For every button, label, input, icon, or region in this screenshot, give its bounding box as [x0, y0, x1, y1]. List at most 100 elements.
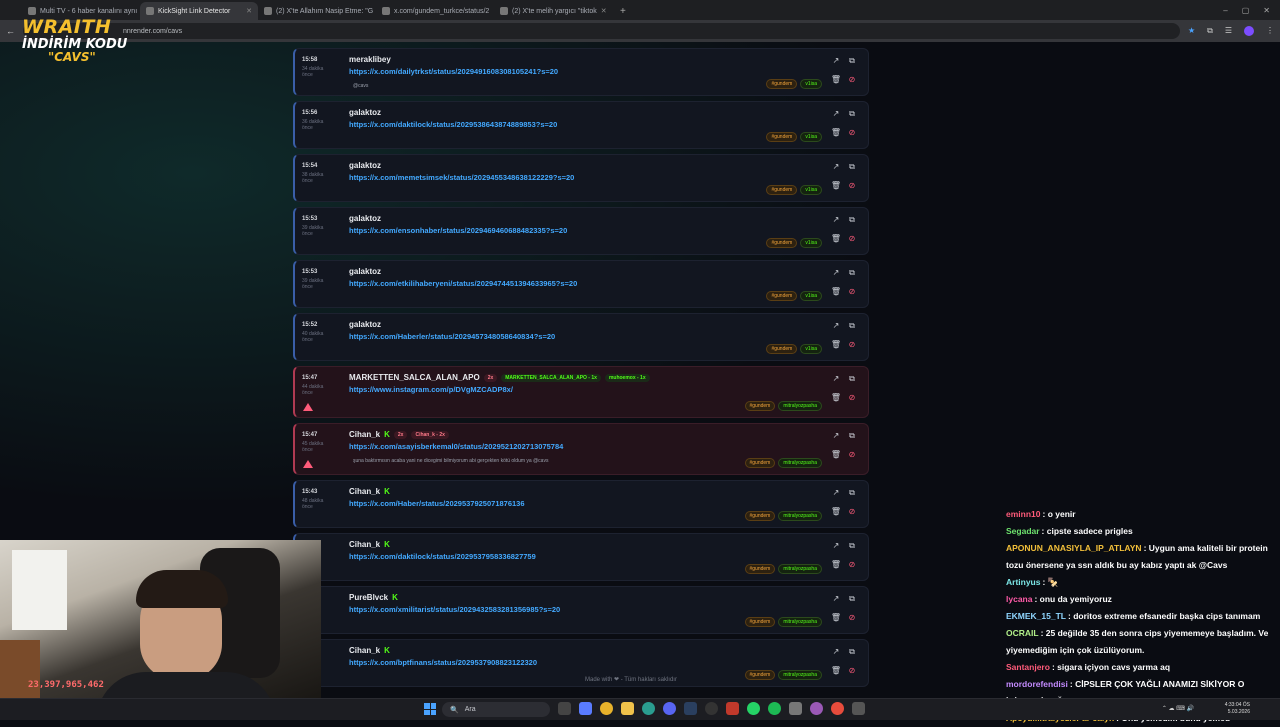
browser-tab[interactable]: (2) X'te Allahım Nasip Etme: "G✕: [258, 2, 376, 20]
open-link-icon[interactable]: ↗: [828, 647, 844, 657]
delete-icon[interactable]: 🗑: [828, 287, 844, 296]
link-url[interactable]: https://x.com/Haberler/status/2029457348…: [349, 332, 555, 341]
link-username[interactable]: galaktoz: [349, 108, 381, 117]
copy-icon[interactable]: ⧉: [844, 647, 860, 657]
open-link-icon[interactable]: ↗: [828, 374, 844, 384]
menu-kebab-icon[interactable]: ⋮: [1266, 26, 1274, 36]
delete-icon[interactable]: 🗑: [828, 340, 844, 349]
clock[interactable]: 4:33:04 ÖS 5.03.2026: [1225, 702, 1250, 716]
link-url[interactable]: https://x.com/memetsimsek/status/2029455…: [349, 173, 574, 182]
link-url[interactable]: https://x.com/xmilitarist/status/2029432…: [349, 605, 560, 614]
link-username[interactable]: galaktoz: [349, 214, 381, 223]
block-icon[interactable]: ⊘: [844, 181, 860, 190]
open-link-icon[interactable]: ↗: [828, 431, 844, 441]
chat-username[interactable]: Artinyus: [1006, 577, 1040, 587]
copy-icon[interactable]: ⧉: [844, 541, 860, 551]
block-icon[interactable]: ⊘: [844, 340, 860, 349]
maximize-button[interactable]: ▢: [1242, 6, 1250, 15]
open-link-icon[interactable]: ↗: [828, 488, 844, 498]
link-username[interactable]: Cihan_k: [349, 646, 380, 655]
link-url[interactable]: https://x.com/daktilock/status/202953795…: [349, 552, 536, 561]
minimize-button[interactable]: –: [1223, 6, 1227, 15]
link-username[interactable]: PureBlvck: [349, 593, 388, 602]
delete-icon[interactable]: 🗑: [828, 613, 844, 622]
back-arrow-icon[interactable]: ←: [6, 26, 15, 36]
delete-icon[interactable]: 🗑: [828, 234, 844, 243]
chat-username[interactable]: OCRAIL: [1006, 628, 1039, 638]
link-url[interactable]: https://x.com/daktilock/status/202953864…: [349, 120, 557, 129]
delete-icon[interactable]: 🗑: [828, 666, 844, 675]
app-icon[interactable]: [852, 702, 865, 715]
app-icon[interactable]: [789, 702, 802, 715]
copy-icon[interactable]: ⧉: [844, 56, 860, 66]
bookmark-star-icon[interactable]: ★: [1188, 26, 1195, 36]
block-icon[interactable]: ⊘: [844, 560, 860, 569]
url-field[interactable]: nnrender.com/cavs: [23, 23, 1180, 39]
chat-username[interactable]: lycana: [1006, 594, 1032, 604]
copy-icon[interactable]: ⧉: [844, 374, 860, 384]
chat-username[interactable]: EKMEK_15_TL: [1006, 611, 1066, 621]
close-tab-icon[interactable]: ✕: [601, 7, 607, 15]
delete-icon[interactable]: 🗑: [828, 393, 844, 402]
whatsapp-icon[interactable]: [747, 702, 760, 715]
copy-icon[interactable]: ⧉: [844, 431, 860, 441]
link-username[interactable]: galaktoz: [349, 320, 381, 329]
copy-icon[interactable]: ⧉: [844, 215, 860, 225]
link-username[interactable]: Cihan_k: [349, 540, 380, 549]
discord-icon[interactable]: [663, 702, 676, 715]
copilot-icon[interactable]: [579, 702, 592, 715]
link-url[interactable]: https://x.com/Haber/status/2029537925071…: [349, 499, 525, 508]
link-username[interactable]: galaktoz: [349, 267, 381, 276]
delete-icon[interactable]: 🗑: [828, 75, 844, 84]
delete-icon[interactable]: 🗑: [828, 507, 844, 516]
start-button[interactable]: [424, 703, 436, 715]
chat-username[interactable]: APONUN_ANASIYLA_IP_ATLAYN: [1006, 543, 1142, 553]
browser-tab[interactable]: KickSight Link Detector ✕: [140, 2, 258, 20]
block-icon[interactable]: ⊘: [844, 75, 860, 84]
app-icon[interactable]: [831, 702, 844, 715]
copy-icon[interactable]: ⧉: [844, 162, 860, 172]
delete-icon[interactable]: 🗑: [828, 128, 844, 137]
link-username[interactable]: MARKETTEN_SALCA_ALAN_APO: [349, 373, 480, 382]
chat-username[interactable]: mordorefendisi: [1006, 679, 1068, 689]
block-icon[interactable]: ⊘: [844, 450, 860, 459]
open-link-icon[interactable]: ↗: [828, 594, 844, 604]
new-tab-button[interactable]: +: [612, 2, 634, 20]
link-url[interactable]: https://x.com/bptfinans/status/202953790…: [349, 658, 537, 667]
file-explorer-icon[interactable]: [621, 702, 634, 715]
open-link-icon[interactable]: ↗: [828, 215, 844, 225]
steam-icon[interactable]: [684, 702, 697, 715]
link-url[interactable]: https://www.instagram.com/p/DVgMZCADP8x/: [349, 385, 513, 394]
chat-username[interactable]: Santanjero: [1006, 662, 1050, 672]
block-icon[interactable]: ⊘: [844, 234, 860, 243]
chrome-icon[interactable]: [600, 702, 613, 715]
app-icon[interactable]: [726, 702, 739, 715]
block-icon[interactable]: ⊘: [844, 393, 860, 402]
obs-icon[interactable]: [705, 702, 718, 715]
link-username[interactable]: galaktoz: [349, 161, 381, 170]
edge-icon[interactable]: [642, 702, 655, 715]
block-icon[interactable]: ⊘: [844, 666, 860, 675]
taskbar-search[interactable]: 🔍 Ara: [442, 702, 550, 717]
app-icon[interactable]: [810, 702, 823, 715]
link-url[interactable]: https://x.com/ensonhaber/status/20294694…: [349, 226, 567, 235]
link-url[interactable]: https://x.com/etkilihaberyeni/status/202…: [349, 279, 577, 288]
avatar[interactable]: [1244, 26, 1254, 36]
copy-icon[interactable]: ⧉: [844, 109, 860, 119]
block-icon[interactable]: ⊘: [844, 507, 860, 516]
link-username[interactable]: Cihan_k: [349, 487, 380, 496]
link-url[interactable]: https://x.com/asayisberkemal0/status/202…: [349, 442, 563, 451]
spotify-icon[interactable]: [768, 702, 781, 715]
system-tray[interactable]: ⌃ ☁ ⌨ 🔊: [1162, 705, 1194, 712]
link-username[interactable]: Cihan_k: [349, 430, 380, 439]
close-tab-icon[interactable]: ✕: [246, 7, 252, 15]
open-link-icon[interactable]: ↗: [828, 109, 844, 119]
task-view-icon[interactable]: [558, 702, 571, 715]
open-link-icon[interactable]: ↗: [828, 541, 844, 551]
chat-username[interactable]: Segadar: [1006, 526, 1040, 536]
copy-icon[interactable]: ⧉: [844, 268, 860, 278]
block-icon[interactable]: ⊘: [844, 128, 860, 137]
open-link-icon[interactable]: ↗: [828, 321, 844, 331]
extensions-icon[interactable]: ⧉: [1207, 26, 1213, 36]
delete-icon[interactable]: 🗑: [828, 450, 844, 459]
